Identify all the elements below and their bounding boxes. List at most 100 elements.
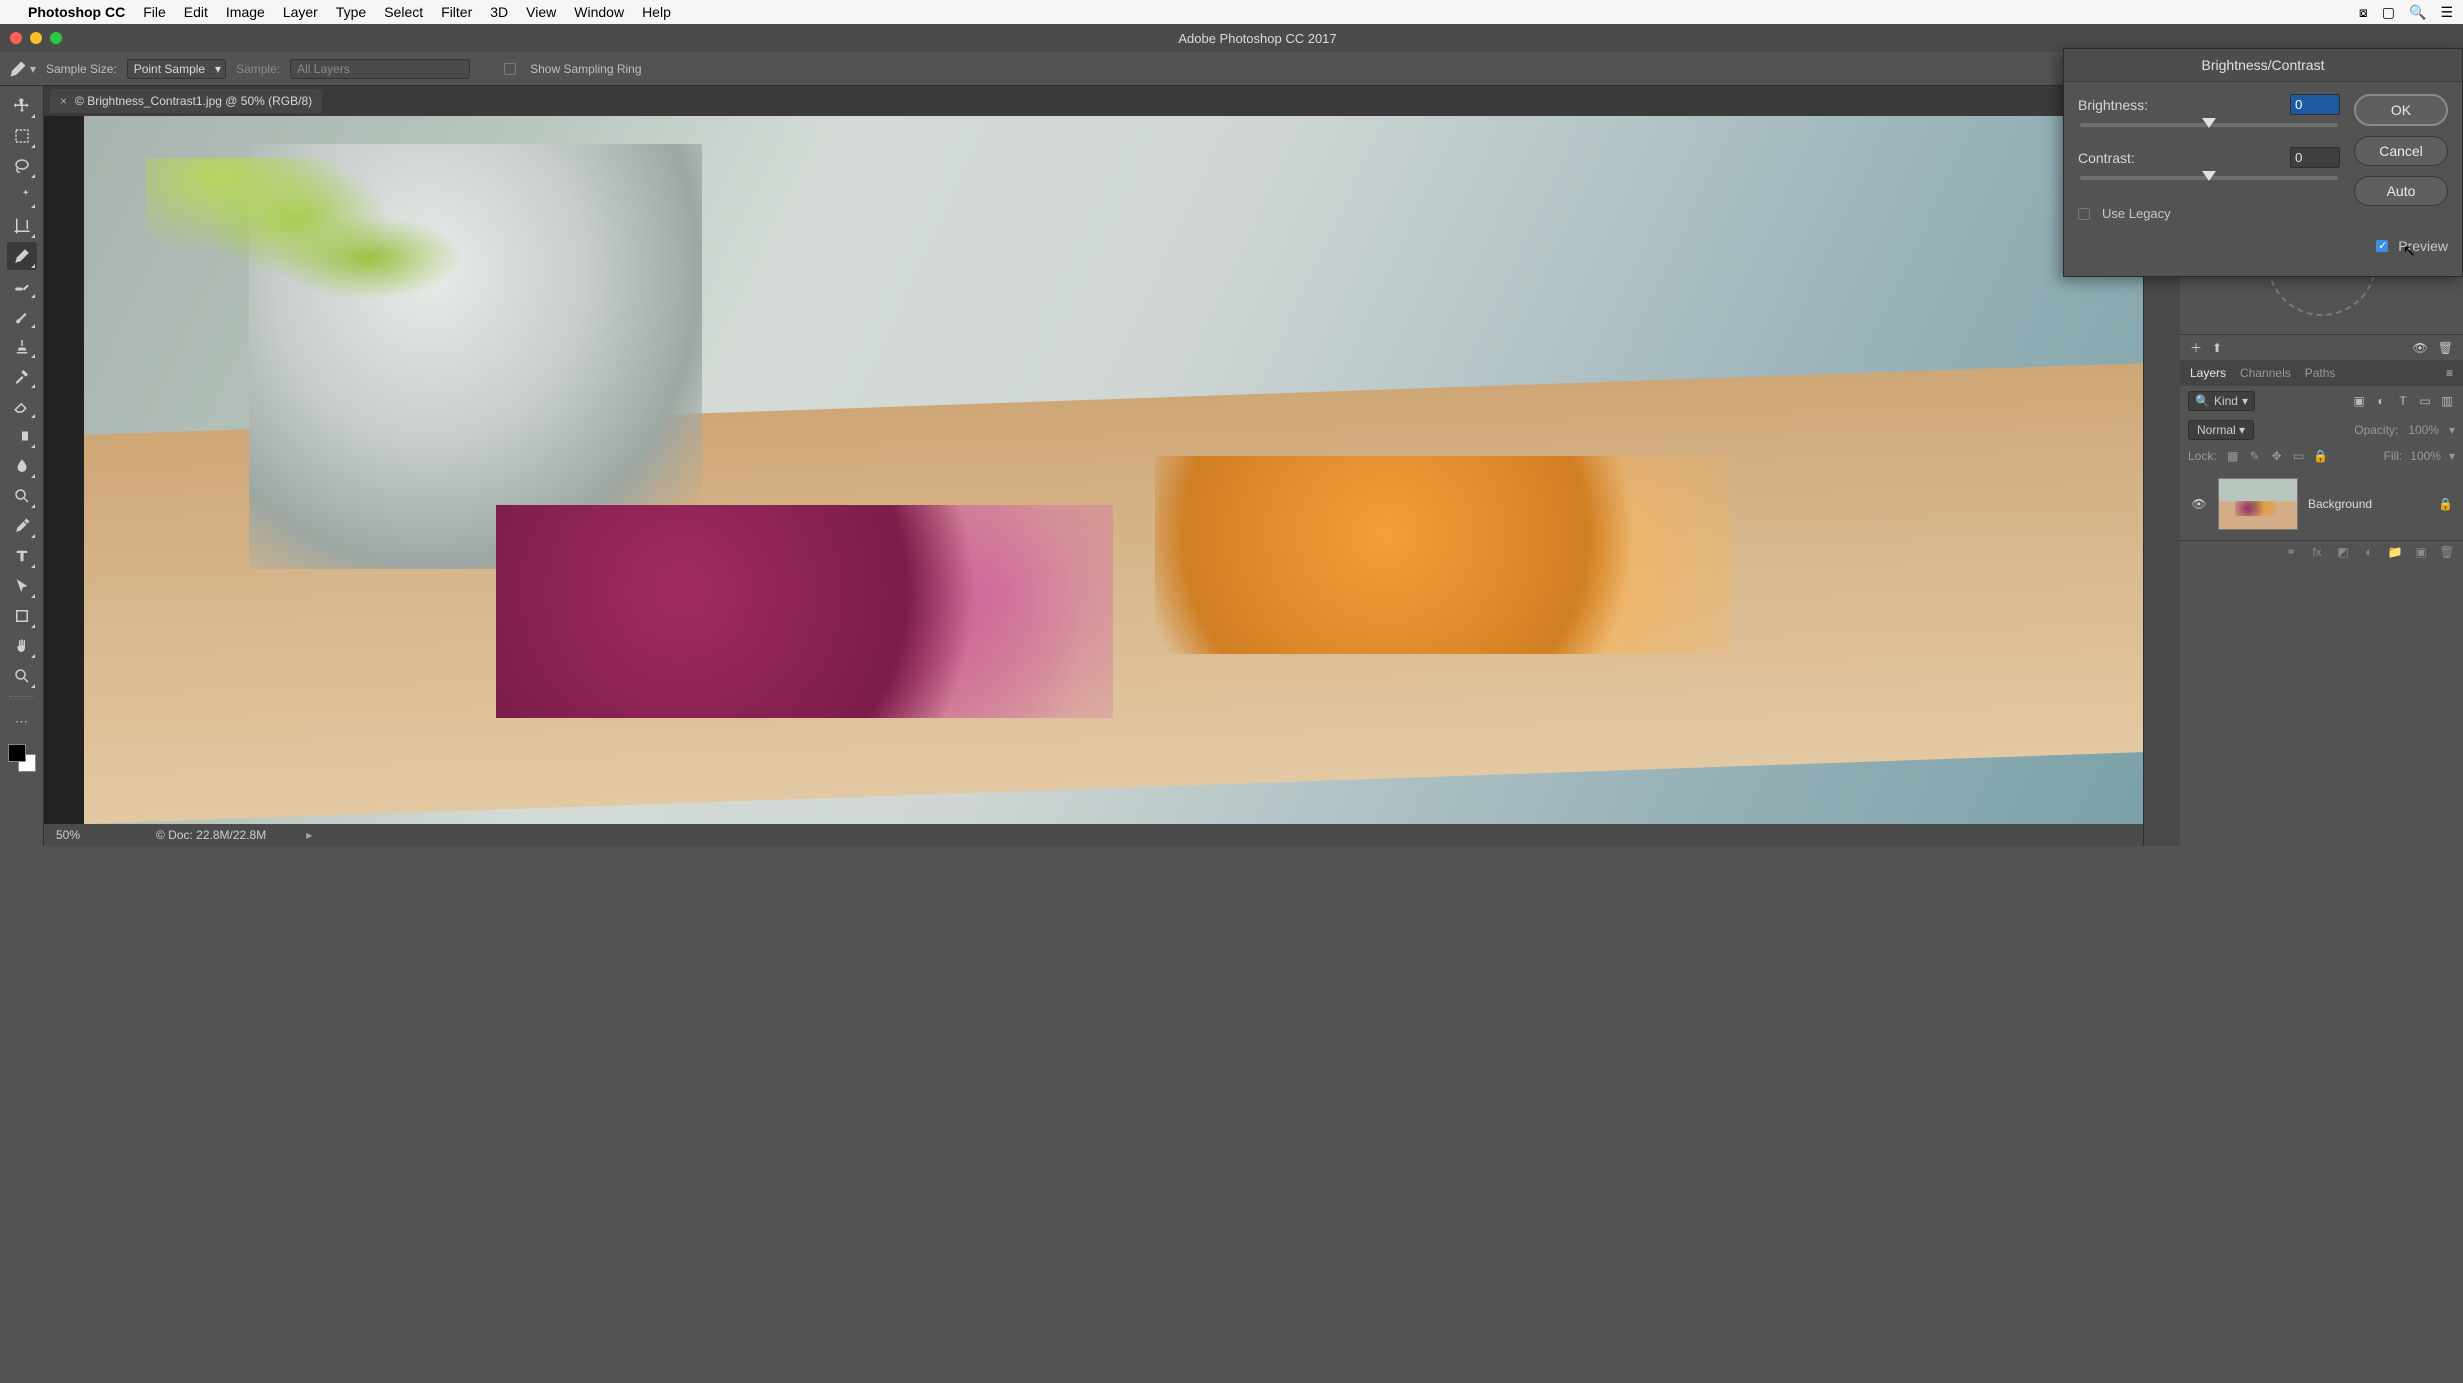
menu-view[interactable]: View (526, 4, 556, 20)
menu-help[interactable]: Help (642, 4, 671, 20)
window-minimize-button[interactable] (30, 32, 42, 44)
hand-tool[interactable] (7, 632, 37, 660)
trash-icon[interactable]: 🗑 (2438, 341, 2453, 355)
document-tab[interactable]: × © Brightness_Contrast1.jpg @ 50% (RGB/… (50, 89, 322, 113)
brightness-slider[interactable] (2080, 123, 2338, 127)
gradient-tool[interactable] (7, 422, 37, 450)
menu-3d[interactable]: 3D (490, 4, 508, 20)
filter-pixel-icon[interactable]: ▣ (2351, 393, 2367, 409)
shape-tool[interactable] (7, 602, 37, 630)
menu-image[interactable]: Image (226, 4, 265, 20)
preview-checkbox[interactable] (2376, 240, 2388, 252)
healing-brush-tool[interactable] (7, 272, 37, 300)
layers-panel-menu-icon[interactable]: ≡ (2446, 366, 2453, 380)
adjustment-layer-icon[interactable]: ◐ (2361, 545, 2377, 559)
filter-adjustment-icon[interactable]: ◐ (2373, 393, 2389, 409)
fill-label: Fill: (2384, 449, 2403, 463)
menu-window[interactable]: Window (574, 4, 624, 20)
layer-thumbnail[interactable] (2218, 478, 2298, 530)
ok-button[interactable]: OK (2354, 94, 2448, 126)
contrast-slider-thumb[interactable] (2202, 171, 2216, 181)
screen-record-icon[interactable]: ⧇ (2359, 4, 2368, 21)
zoom-tool[interactable] (7, 662, 37, 690)
brightness-slider-thumb[interactable] (2202, 118, 2216, 128)
eraser-tool[interactable] (7, 392, 37, 420)
magic-wand-tool[interactable] (7, 182, 37, 210)
layer-style-icon[interactable]: fx (2309, 545, 2325, 559)
pen-tool[interactable] (7, 512, 37, 540)
contrast-slider[interactable] (2080, 176, 2338, 180)
menu-list-icon[interactable]: ☰ (2440, 4, 2453, 21)
type-tool[interactable] (7, 542, 37, 570)
auto-button[interactable]: Auto (2354, 176, 2448, 206)
lock-pixels-icon[interactable]: ✎ (2247, 448, 2263, 464)
group-icon[interactable]: 📁 (2387, 545, 2403, 559)
use-legacy-checkbox[interactable] (2078, 208, 2090, 220)
lock-position-icon[interactable]: ✥ (2269, 448, 2285, 464)
menu-file[interactable]: File (143, 4, 166, 20)
menu-app-name[interactable]: Photoshop CC (28, 4, 125, 20)
menu-filter[interactable]: Filter (441, 4, 472, 20)
contrast-input[interactable] (2290, 147, 2340, 168)
lock-artboard-icon[interactable]: ▭ (2291, 448, 2307, 464)
path-selection-tool[interactable] (7, 572, 37, 600)
color-swatches[interactable] (8, 744, 36, 772)
airplay-icon[interactable]: ▢ (2382, 4, 2395, 21)
lasso-tool[interactable] (7, 152, 37, 180)
window-zoom-button[interactable] (50, 32, 62, 44)
add-content-icon[interactable]: ＋ (2190, 339, 2202, 356)
blur-tool[interactable] (7, 452, 37, 480)
show-sampling-ring-checkbox[interactable] (504, 63, 516, 75)
layer-filter-select[interactable]: 🔍 Kind ▾ (2188, 391, 2255, 411)
sample-select[interactable]: All Layers (290, 59, 470, 79)
sync-icon[interactable]: 👁 (2413, 341, 2428, 355)
fill-value[interactable]: 100% (2410, 449, 2441, 463)
delete-layer-icon[interactable]: 🗑 (2439, 545, 2455, 559)
brightness-input[interactable] (2290, 94, 2340, 115)
tab-layers[interactable]: Layers (2190, 366, 2226, 380)
link-layers-icon[interactable]: ⚭ (2283, 545, 2299, 559)
filter-shape-icon[interactable]: ▭ (2417, 393, 2433, 409)
layer-visibility-icon[interactable]: 👁 (2190, 497, 2208, 511)
brush-tool[interactable] (7, 302, 37, 330)
eyedropper-tool[interactable] (7, 242, 37, 270)
sample-size-select[interactable]: Point Sample ▾ (127, 59, 226, 79)
zoom-level[interactable]: 50% (56, 828, 116, 842)
menu-edit[interactable]: Edit (184, 4, 208, 20)
dodge-tool[interactable] (7, 482, 37, 510)
layer-mask-icon[interactable]: ◩ (2335, 545, 2351, 559)
opacity-value[interactable]: 100% (2408, 423, 2439, 437)
doc-info[interactable]: © Doc: 22.8M/22.8M (156, 828, 266, 842)
cancel-button[interactable]: Cancel (2354, 136, 2448, 166)
tab-channels[interactable]: Channels (2240, 366, 2291, 380)
document-area: × © Brightness_Contrast1.jpg @ 50% (RGB/… (44, 86, 2143, 846)
layer-lock-icon[interactable]: 🔒 (2438, 497, 2453, 511)
layer-row[interactable]: 👁 Background 🔒 (2186, 472, 2457, 536)
tab-paths[interactable]: Paths (2305, 366, 2336, 380)
filter-type-icon[interactable]: T (2395, 393, 2411, 409)
blend-mode-select[interactable]: Normal ▾ (2188, 420, 2254, 440)
lock-transparent-icon[interactable]: ▦ (2225, 448, 2241, 464)
document-tabs: × © Brightness_Contrast1.jpg @ 50% (RGB/… (44, 86, 2143, 116)
close-tab-icon[interactable]: × (60, 94, 67, 108)
layer-name-label[interactable]: Background (2308, 497, 2428, 511)
menu-select[interactable]: Select (384, 4, 423, 20)
foreground-color-swatch[interactable] (8, 744, 26, 762)
add-graphic-icon[interactable]: ⬆ (2212, 341, 2222, 355)
canvas[interactable] (84, 116, 2143, 824)
menu-type[interactable]: Type (336, 4, 366, 20)
new-layer-icon[interactable]: ▣ (2413, 545, 2429, 559)
layers-footer: ⚭ fx ◩ ◐ 📁 ▣ 🗑 (2180, 540, 2463, 563)
menu-layer[interactable]: Layer (283, 4, 318, 20)
move-tool[interactable] (7, 92, 37, 120)
edit-toolbar-button[interactable]: ⋯ (7, 708, 37, 736)
window-close-button[interactable] (10, 32, 22, 44)
history-brush-tool[interactable] (7, 362, 37, 390)
lock-all-icon[interactable]: 🔒 (2313, 448, 2329, 464)
marquee-tool[interactable] (7, 122, 37, 150)
spotlight-icon[interactable]: 🔍 (2409, 4, 2426, 21)
filter-smart-icon[interactable]: ▥ (2439, 393, 2455, 409)
current-tool-icon[interactable]: ▾ (8, 59, 36, 79)
clone-stamp-tool[interactable] (7, 332, 37, 360)
crop-tool[interactable] (7, 212, 37, 240)
